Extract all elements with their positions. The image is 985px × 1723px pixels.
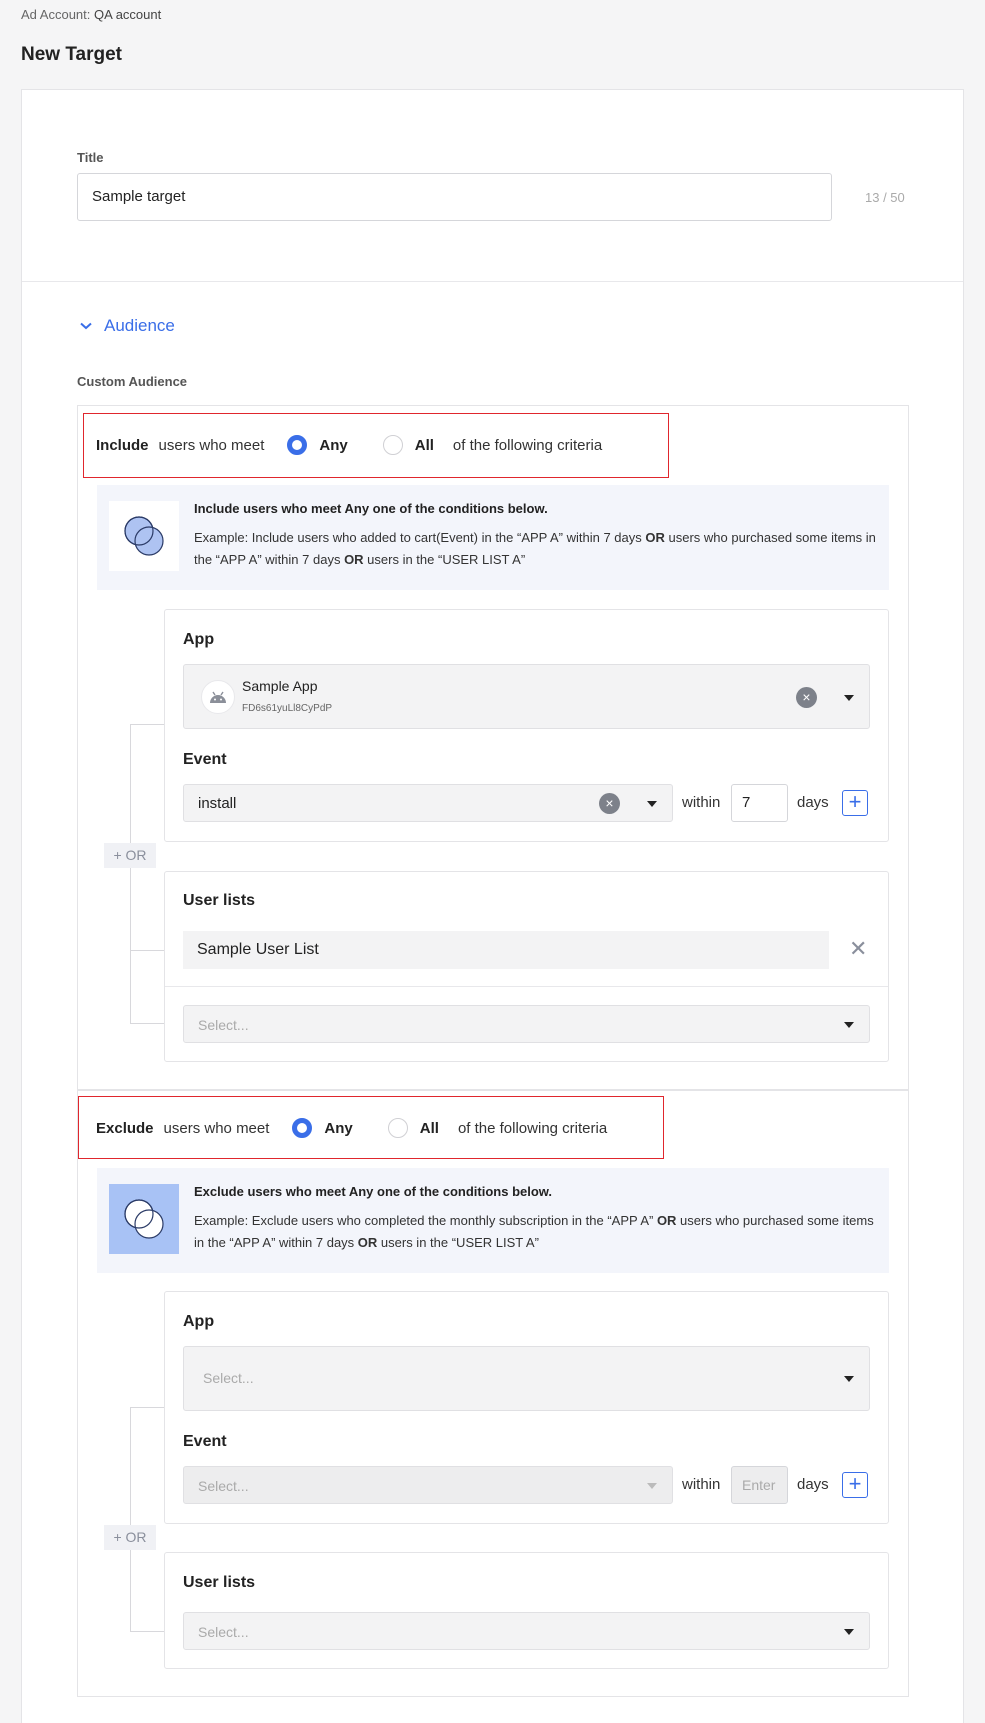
include-tree-branch bbox=[130, 724, 164, 725]
include-add-or-button[interactable]: + OR bbox=[104, 843, 156, 868]
clear-icon[interactable]: × bbox=[796, 687, 817, 708]
section-divider bbox=[22, 281, 963, 282]
dropdown-caret-icon[interactable] bbox=[647, 1483, 657, 1489]
exclude-add-or-button[interactable]: + OR bbox=[104, 1525, 156, 1550]
include-userlist-item: Sample User List bbox=[183, 931, 829, 969]
include-any-label[interactable]: Any bbox=[319, 437, 347, 454]
include-app-id: FD6s61yuLl8CyPdP bbox=[242, 703, 333, 714]
breadcrumb-account[interactable]: QA account bbox=[94, 7, 161, 22]
title-char-counter: 13 / 50 bbox=[865, 190, 905, 205]
exclude-userlist-select[interactable]: Select... bbox=[183, 1612, 870, 1650]
dropdown-caret-icon[interactable] bbox=[844, 695, 854, 701]
dropdown-caret-icon[interactable] bbox=[647, 801, 657, 807]
close-icon[interactable]: ✕ bbox=[849, 936, 867, 962]
exclude-any-radio[interactable] bbox=[292, 1118, 313, 1138]
include-info-text: Example: Include users who added to cart… bbox=[194, 527, 884, 571]
dropdown-caret-icon[interactable] bbox=[844, 1629, 854, 1635]
exclude-any-label[interactable]: Any bbox=[324, 1120, 352, 1137]
include-info-title: Include users who meet Any one of the co… bbox=[194, 501, 548, 516]
exclude-users-text: users who meet bbox=[163, 1119, 270, 1137]
include-userlist-placeholder: Select... bbox=[198, 1017, 249, 1033]
exclude-info-part: users in the “USER LIST A” bbox=[377, 1235, 539, 1250]
include-userlists-label: User lists bbox=[183, 892, 256, 909]
exclude-event-placeholder: Select... bbox=[198, 1478, 249, 1494]
include-mode-label: Include bbox=[96, 436, 149, 454]
exclude-mode-label: Exclude bbox=[96, 1119, 154, 1137]
exclude-info-title: Exclude users who meet Any one of the co… bbox=[194, 1184, 553, 1199]
include-info-part: users in the “USER LIST A” bbox=[363, 552, 526, 567]
exclude-event-select[interactable]: Select... bbox=[183, 1466, 673, 1504]
exclude-criteria-suffix: of the following criteria bbox=[457, 1119, 608, 1137]
venn-overlap-icon bbox=[109, 501, 179, 571]
include-event-label: Event bbox=[183, 751, 227, 768]
exclude-userlists-label: User lists bbox=[183, 1574, 256, 1591]
include-app-label: App bbox=[183, 631, 215, 648]
exclude-tree-branch bbox=[130, 1407, 164, 1408]
exclude-add-event-button[interactable]: + bbox=[842, 1472, 868, 1498]
include-app-name: Sample App bbox=[242, 678, 318, 694]
include-all-radio[interactable] bbox=[382, 435, 403, 455]
include-info-or: OR bbox=[344, 552, 364, 567]
exclude-tree-branch bbox=[130, 1631, 164, 1632]
page-title: New Target bbox=[21, 44, 123, 65]
include-within-label: within bbox=[682, 794, 721, 811]
title-input[interactable]: Sample target bbox=[77, 173, 832, 221]
exclude-criteria-row: Exclude users who meet Any All of the fo… bbox=[96, 1118, 607, 1138]
include-criteria-row: Include users who meet Any All of the fo… bbox=[96, 435, 602, 455]
include-tree-branch bbox=[130, 1023, 164, 1024]
clear-icon[interactable]: × bbox=[599, 793, 620, 814]
include-users-text: users who meet bbox=[158, 436, 265, 454]
include-all-label[interactable]: All bbox=[415, 437, 434, 454]
include-any-radio[interactable] bbox=[287, 435, 308, 455]
dropdown-caret-icon[interactable] bbox=[844, 1022, 854, 1028]
exclude-info-part: Example: Exclude users who completed the… bbox=[194, 1213, 657, 1228]
include-event-value: install bbox=[198, 795, 237, 812]
include-tree-line bbox=[130, 724, 131, 1024]
include-days-input[interactable]: 7 bbox=[731, 784, 788, 822]
venn-exclude-icon bbox=[109, 1184, 179, 1254]
breadcrumb-key: Ad Account: bbox=[21, 7, 91, 22]
exclude-info-or: OR bbox=[357, 1235, 378, 1250]
exclude-info-box: Exclude users who meet Any one of the co… bbox=[97, 1168, 889, 1273]
title-label: Title bbox=[77, 150, 104, 165]
exclude-userlist-placeholder: Select... bbox=[198, 1624, 249, 1640]
audience-toggle-label: Audience bbox=[104, 316, 175, 335]
include-info-or: OR bbox=[645, 530, 665, 545]
include-days-label: days bbox=[797, 794, 829, 811]
exclude-info-text: Example: Exclude users who completed the… bbox=[194, 1210, 884, 1254]
exclude-within-label: within bbox=[682, 1476, 721, 1493]
custom-audience-label: Custom Audience bbox=[77, 374, 188, 389]
exclude-tree-line bbox=[130, 1407, 131, 1631]
include-criteria-suffix: of the following criteria bbox=[452, 436, 603, 454]
breadcrumb: Ad Account: QA account bbox=[21, 7, 161, 22]
include-event-select[interactable]: install × bbox=[183, 784, 673, 822]
exclude-app-placeholder: Select... bbox=[203, 1370, 254, 1386]
exclude-days-label: days bbox=[797, 1476, 829, 1493]
exclude-app-select[interactable]: Select... bbox=[183, 1346, 870, 1411]
android-icon bbox=[201, 680, 235, 714]
chevron-down-icon bbox=[80, 322, 92, 330]
include-info-part: Example: Include users who added to cart… bbox=[194, 530, 646, 545]
exclude-days-input[interactable]: Enter bbox=[731, 1466, 788, 1504]
include-userlist-select[interactable]: Select... bbox=[183, 1005, 870, 1043]
include-add-event-button[interactable]: + bbox=[842, 790, 868, 816]
audience-section-toggle[interactable]: Audience bbox=[80, 316, 175, 336]
exclude-all-radio[interactable] bbox=[387, 1118, 408, 1138]
exclude-userlists-condition bbox=[164, 1552, 889, 1669]
include-app-select[interactable]: Sample App FD6s61yuLl8CyPdP × bbox=[183, 664, 870, 729]
exclude-all-label[interactable]: All bbox=[420, 1120, 439, 1137]
dropdown-caret-icon[interactable] bbox=[844, 1376, 854, 1382]
exclude-info-or: OR bbox=[656, 1213, 677, 1228]
include-tree-branch bbox=[130, 950, 164, 951]
exclude-app-label: App bbox=[183, 1313, 215, 1330]
include-info-box: Include users who meet Any one of the co… bbox=[97, 485, 889, 590]
exclude-event-label: Event bbox=[183, 1433, 227, 1450]
userlist-divider bbox=[165, 986, 888, 987]
